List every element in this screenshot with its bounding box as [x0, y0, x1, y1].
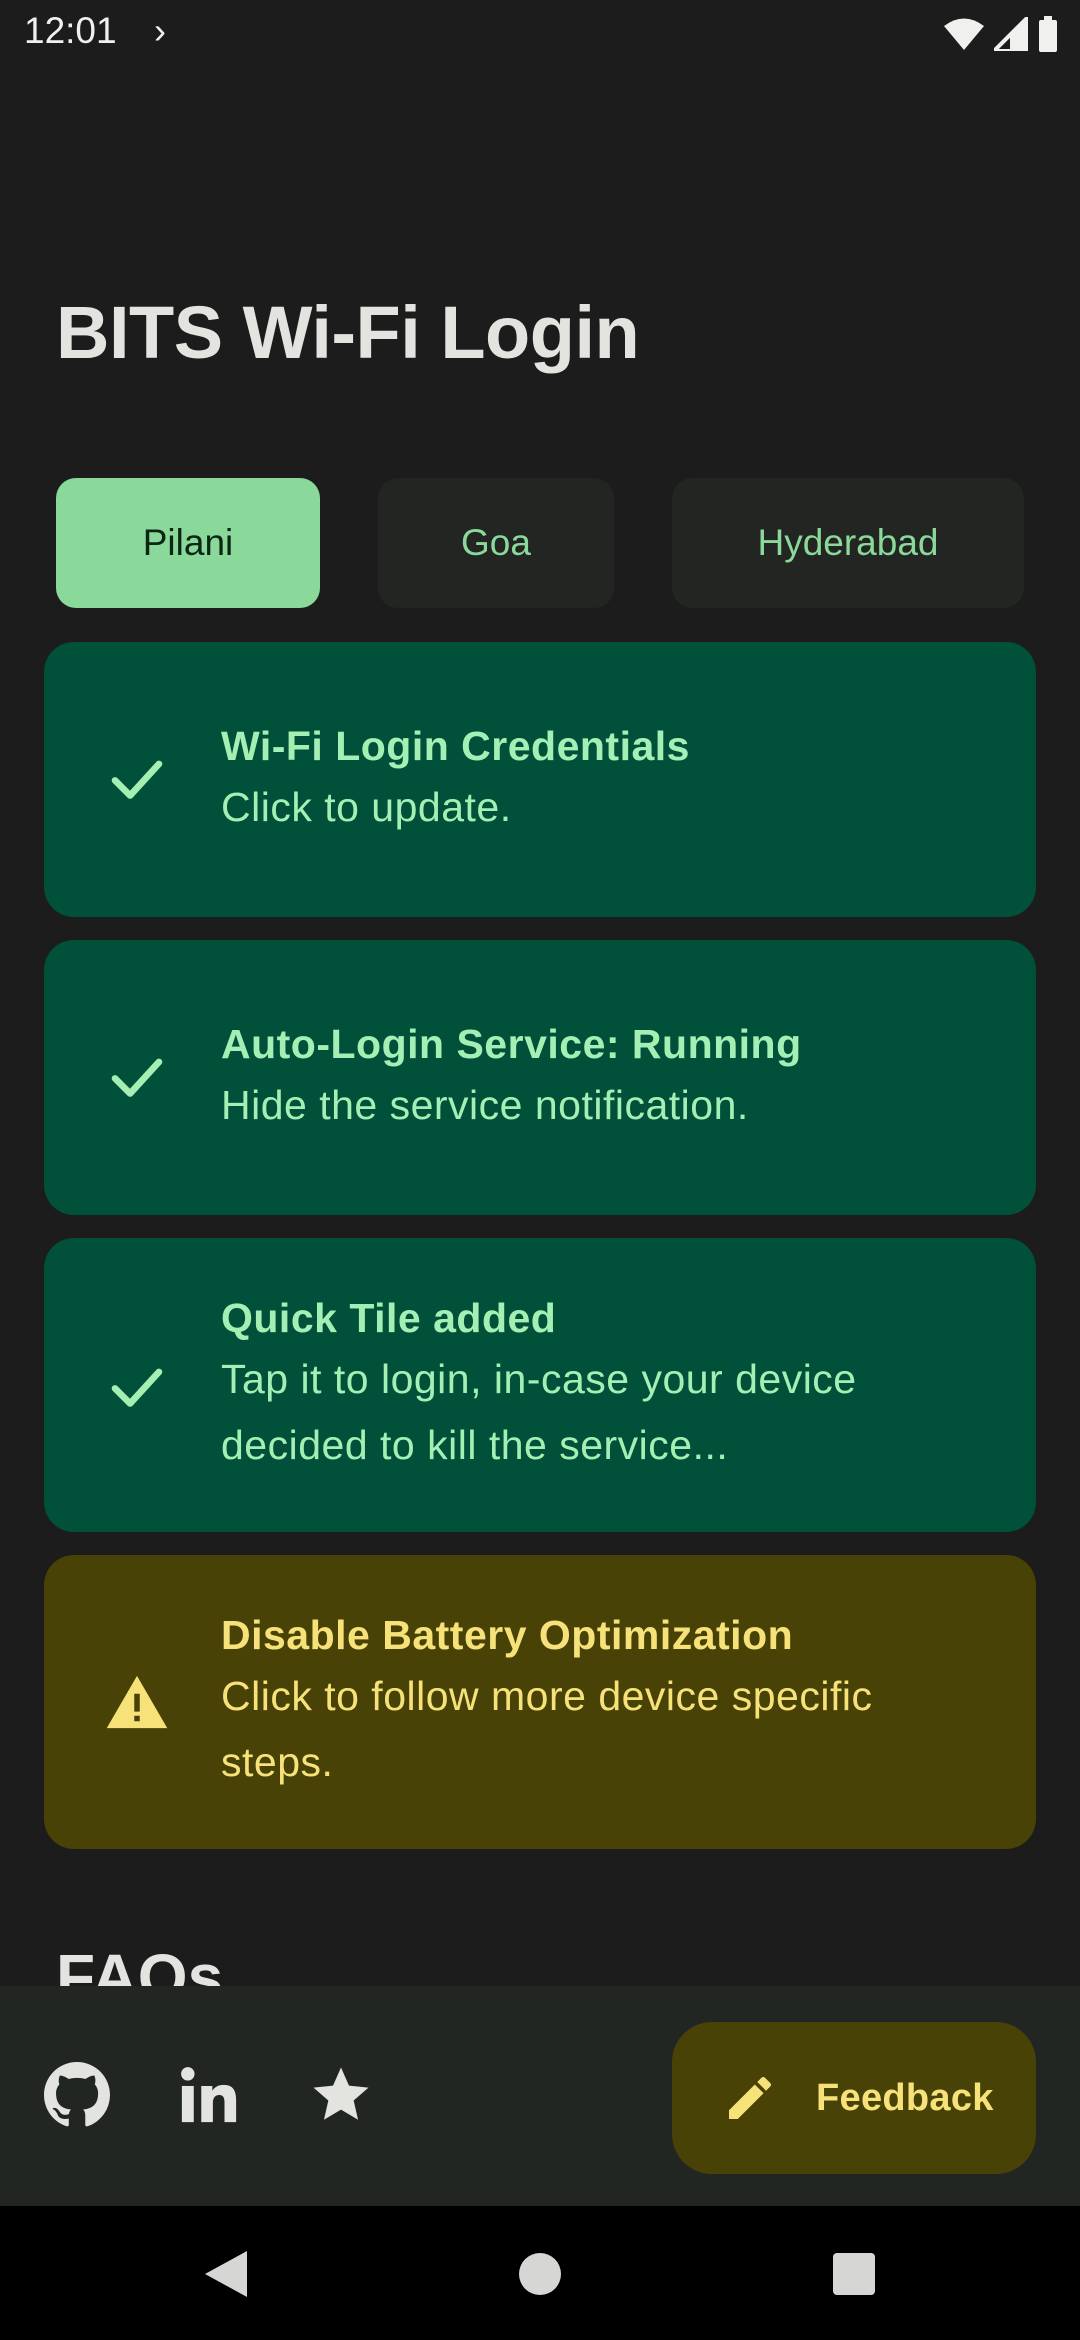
status-bar: 12:01 › [0, 0, 1080, 66]
card-title: Disable Battery Optimization [221, 1612, 794, 1658]
back-icon[interactable] [198, 2246, 254, 2302]
tab-label: Pilani [142, 522, 234, 563]
status-chevron-icon: › [154, 10, 166, 51]
github-icon[interactable] [44, 2062, 110, 2128]
feedback-label: Feedback [816, 2076, 994, 2119]
wifi-icon [944, 17, 984, 51]
bottom-app-bar: Feedback [0, 1986, 1080, 2206]
card-subtitle: Tap it to login, in-case your device dec… [221, 1356, 857, 1468]
feedback-button[interactable]: Feedback [672, 2022, 1036, 2174]
card-wifi-credentials[interactable]: Wi-Fi Login Credentials Click to update. [44, 642, 1036, 917]
battery-icon [1038, 16, 1058, 52]
signal-icon [994, 17, 1028, 51]
system-nav-bar [0, 2206, 1080, 2340]
recents-icon[interactable] [826, 2246, 882, 2302]
status-icons [944, 14, 1058, 54]
card-title: Wi-Fi Login Credentials [221, 723, 690, 769]
card-subtitle: Click to update. [221, 784, 512, 830]
card-auto-login-service[interactable]: Auto-Login Service: Running Hide the ser… [44, 940, 1036, 1215]
check-icon [111, 1368, 163, 1407]
card-title: Quick Tile added [221, 1295, 557, 1341]
tab-label: Hyderabad [757, 522, 939, 563]
card-quick-tile[interactable]: Quick Tile added Tap it to login, in-cas… [44, 1238, 1036, 1532]
card-subtitle: Hide the service notification. [221, 1082, 749, 1128]
star-icon[interactable] [308, 2062, 374, 2128]
pencil-icon [729, 2076, 772, 2119]
tab-label: Goa [461, 522, 531, 563]
linkedin-icon[interactable] [176, 2062, 242, 2128]
card-subtitle: Click to follow more device specific ste… [221, 1673, 873, 1785]
status-time: 12:01 [24, 10, 117, 51]
check-icon [111, 1058, 163, 1097]
page-title: BITS Wi-Fi Login [56, 291, 640, 374]
home-icon[interactable] [512, 2246, 568, 2302]
check-icon [111, 760, 163, 799]
warning-icon [106, 1675, 168, 1729]
tab-hyderabad[interactable]: Hyderabad [672, 478, 1024, 608]
card-battery-optimization[interactable]: Disable Battery Optimization Click to fo… [44, 1555, 1036, 1849]
tab-pilani[interactable]: Pilani [56, 478, 320, 608]
card-title: Auto-Login Service: Running [221, 1021, 802, 1067]
tab-goa[interactable]: Goa [378, 478, 614, 608]
